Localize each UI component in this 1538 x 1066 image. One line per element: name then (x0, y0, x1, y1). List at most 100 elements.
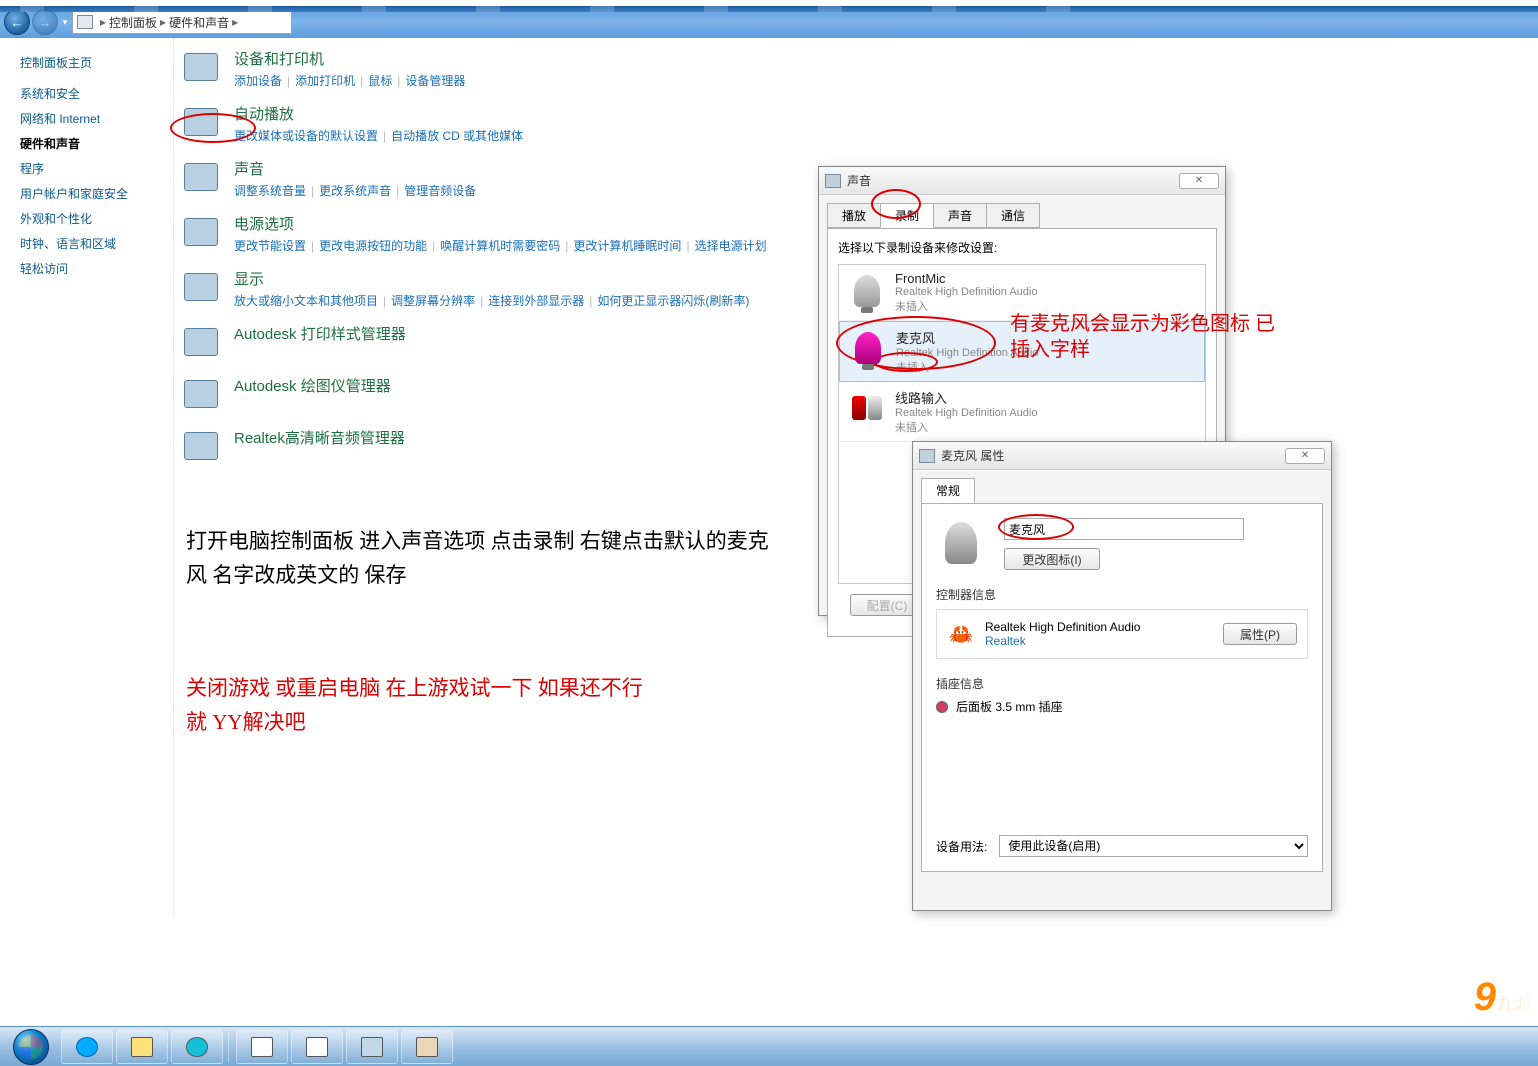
category-title[interactable]: 电源选项 (234, 213, 767, 234)
breadcrumb-root[interactable]: 控制面板 (109, 14, 157, 31)
device-frontmic[interactable]: FrontMic Realtek High Definition Audio 未… (839, 265, 1205, 321)
category-links: 添加设备|添加打印机|鼠标|设备管理器 (234, 72, 465, 89)
nav-dropdown-icon[interactable]: ▾ (60, 17, 70, 28)
category-link[interactable]: 调整屏幕分辨率 (391, 294, 475, 308)
category-links: 更改节能设置|更改电源按钮的功能|唤醒计算机时需要密码|更改计算机睡眠时间|选择… (234, 237, 767, 254)
mic-large-icon (936, 518, 986, 568)
category-title[interactable]: Autodesk 绘图仪管理器 (234, 375, 391, 396)
category-link[interactable]: 调整系统音量 (234, 184, 306, 198)
watermark-logo: 9九游 (1474, 975, 1532, 1020)
category-link[interactable]: 更改计算机睡眠时间 (573, 239, 681, 253)
controller-name: Realtek High Definition Audio (985, 620, 1213, 634)
change-icon-button[interactable]: 更改图标(I) (1004, 548, 1100, 570)
tab-general[interactable]: 常规 (921, 478, 975, 503)
category-title[interactable]: 显示 (234, 268, 749, 289)
taskbar-running-4[interactable] (401, 1030, 453, 1064)
category-link[interactable]: 添加设备 (234, 74, 282, 88)
controller-vendor[interactable]: Realtek (985, 634, 1213, 648)
taskbar-running-1[interactable] (236, 1030, 288, 1064)
category-link[interactable]: 放大或缩小文本和其他项目 (234, 294, 378, 308)
taskbar-running-3[interactable] (346, 1030, 398, 1064)
sound-tabs: 播放 录制 声音 通信 (819, 195, 1225, 228)
titlebar-strip (0, 6, 1538, 12)
taskbar-explorer[interactable] (116, 1030, 168, 1064)
category-link[interactable]: 添加打印机 (295, 74, 355, 88)
device-usage-select[interactable]: 使用此设备(启用) (999, 835, 1308, 857)
sidebar-item-ease[interactable]: 轻松访问 (20, 260, 165, 277)
close-button[interactable]: ✕ (1285, 448, 1325, 464)
category-links: 调整系统音量|更改系统声音|管理音频设备 (234, 182, 476, 199)
category-link[interactable]: 更改媒体或设备的默认设置 (234, 129, 378, 143)
usage-label: 设备用法: (936, 838, 987, 855)
category-link[interactable]: 更改系统声音 (319, 184, 391, 198)
sidebar-home[interactable]: 控制面板主页 (20, 54, 165, 71)
mic-icon (848, 328, 888, 368)
controller-properties-button[interactable]: 属性(P) (1223, 623, 1297, 645)
back-button[interactable]: ← (4, 9, 30, 35)
category-0: 设备和打印机添加设备|添加打印机|鼠标|设备管理器 (182, 48, 1538, 89)
prop-dialog-titlebar[interactable]: 麦克风 属性 ✕ (913, 442, 1331, 470)
tab-sounds[interactable]: 声音 (933, 203, 987, 228)
category-icon (182, 268, 220, 306)
sidebar-item-network[interactable]: 网络和 Internet (20, 110, 165, 127)
forward-button[interactable]: → (32, 9, 58, 35)
category-link[interactable]: 设备管理器 (405, 74, 465, 88)
taskbar (0, 1026, 1538, 1066)
category-1: 自动播放更改媒体或设备的默认设置|自动播放 CD 或其他媒体 (182, 103, 1538, 144)
taskbar-separator (228, 1032, 231, 1062)
category-link[interactable]: 如何更正显示器闪烁(刷新率) (597, 294, 749, 308)
device-linein[interactable]: 线路输入 Realtek High Definition Audio 未插入 (839, 382, 1205, 442)
tab-playback[interactable]: 播放 (827, 203, 881, 228)
category-icon (182, 427, 220, 465)
breadcrumb-current[interactable]: 硬件和声音 (169, 14, 229, 31)
instruction-text-1: 打开电脑控制面板 进入声音选项 点击录制 右键点击默认的麦克风 名字改成英文的 … (186, 525, 786, 592)
controller-info-box: 🦀 Realtek High Definition Audio Realtek … (936, 609, 1308, 659)
category-links: 更改媒体或设备的默认设置|自动播放 CD 或其他媒体 (234, 127, 523, 144)
speaker-icon (825, 174, 841, 188)
prop-tabs: 常规 (913, 470, 1331, 503)
sidebar-item-clock[interactable]: 时钟、语言和区域 (20, 235, 165, 252)
mic-icon (847, 271, 887, 311)
category-link[interactable]: 更改电源按钮的功能 (319, 239, 427, 253)
breadcrumb[interactable]: ▸ 控制面板 ▸ 硬件和声音 ▸ (72, 11, 292, 34)
jack-color-icon (936, 701, 948, 713)
category-link[interactable]: 连接到外部显示器 (488, 294, 584, 308)
sidebar-item-hardware[interactable]: 硬件和声音 (20, 135, 165, 152)
taskbar-ie[interactable] (61, 1030, 113, 1064)
category-title[interactable]: 设备和打印机 (234, 48, 465, 69)
category-link[interactable]: 唤醒计算机时需要密码 (440, 239, 560, 253)
sidebar-item-appearance[interactable]: 外观和个性化 (20, 210, 165, 227)
sidebar-item-system[interactable]: 系统和安全 (20, 85, 165, 102)
tab-comm[interactable]: 通信 (986, 203, 1040, 228)
controller-section-label: 控制器信息 (936, 586, 1308, 603)
sound-dialog-titlebar[interactable]: 声音 ✕ (819, 167, 1225, 195)
sidebar-item-programs[interactable]: 程序 (20, 160, 165, 177)
instruction-text-2: 关闭游戏 或重启电脑 在上游戏试一下 如果还不行 就 YY解决吧 (186, 672, 666, 739)
mic-properties-dialog: 麦克风 属性 ✕ 常规 更改图标(I) 控制器信息 🦀 Realtek High… (912, 441, 1332, 911)
category-icon (182, 375, 220, 413)
category-link[interactable]: 鼠标 (368, 74, 392, 88)
category-title[interactable]: Autodesk 打印样式管理器 (234, 323, 406, 344)
device-microphone[interactable]: 麦克风 Realtek High Definition Audio 未插入 (839, 321, 1205, 382)
linein-icon (847, 388, 887, 428)
jack-value: 后面板 3.5 mm 插座 (956, 698, 1063, 715)
jack-section-label: 插座信息 (936, 675, 1308, 692)
prop-dialog-title: 麦克风 属性 (941, 447, 1004, 464)
close-button[interactable]: ✕ (1179, 173, 1219, 189)
taskbar-app1[interactable] (171, 1030, 223, 1064)
category-title[interactable]: Realtek高清晰音频管理器 (234, 427, 405, 448)
category-link[interactable]: 管理音频设备 (404, 184, 476, 198)
taskbar-running-2[interactable] (291, 1030, 343, 1064)
category-link[interactable]: 选择电源计划 (695, 239, 767, 253)
realtek-crab-icon: 🦀 (947, 622, 975, 646)
sidebar: 控制面板主页 系统和安全 网络和 Internet 硬件和声音 程序 用户帐户和… (0, 38, 174, 918)
mic-icon (919, 449, 935, 463)
category-title[interactable]: 声音 (234, 158, 476, 179)
category-link[interactable]: 自动播放 CD 或其他媒体 (391, 129, 523, 143)
category-icon (182, 48, 220, 86)
tab-record[interactable]: 录制 (880, 203, 934, 228)
device-name-input[interactable] (1004, 518, 1244, 540)
sidebar-item-users[interactable]: 用户帐户和家庭安全 (20, 185, 165, 202)
category-title[interactable]: 自动播放 (234, 103, 523, 124)
category-link[interactable]: 更改节能设置 (234, 239, 306, 253)
